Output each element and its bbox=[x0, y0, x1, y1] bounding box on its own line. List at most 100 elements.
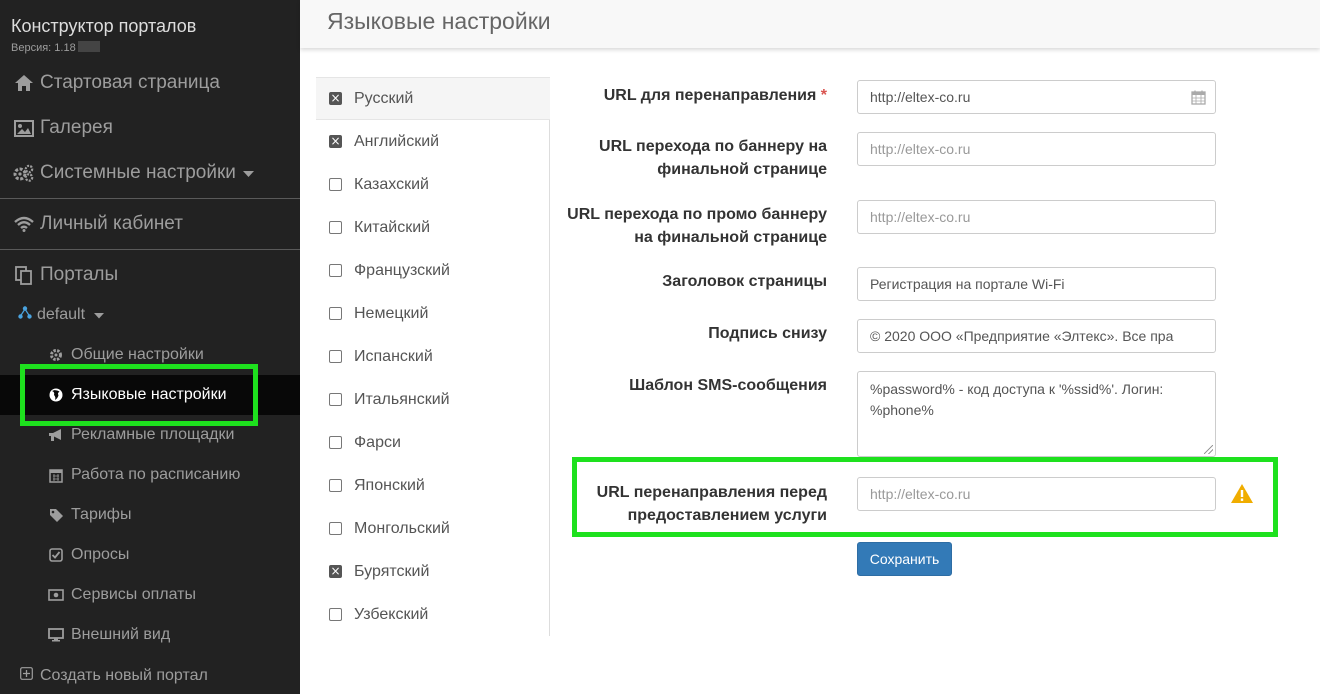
promo-url-input[interactable]: http://eltex-co.ru bbox=[857, 200, 1216, 234]
nav-label: Опросы bbox=[71, 546, 130, 563]
footer-input[interactable]: © 2020 ООО «Предприятие «Элтекс». Все пр… bbox=[857, 319, 1216, 353]
language-label: Китайский bbox=[354, 218, 431, 236]
redirect-url-input[interactable]: http://eltex-co.ru bbox=[857, 80, 1216, 114]
language-checkbox[interactable] bbox=[329, 522, 342, 535]
page-title: Языковые настройки bbox=[327, 8, 551, 34]
sidebar: Конструктор порталов Версия: 1.18 Старто… bbox=[0, 0, 300, 694]
language-checkbox[interactable] bbox=[329, 436, 342, 449]
nav-label: Языковые настройки bbox=[71, 386, 227, 403]
nav-gallery[interactable]: Галерея bbox=[0, 108, 300, 148]
nav-label: Внешний вид bbox=[71, 626, 171, 643]
money-icon bbox=[48, 589, 64, 601]
nav-start-page[interactable]: Стартовая страница bbox=[0, 63, 300, 103]
pre-service-url-input[interactable]: http://eltex-co.ru bbox=[857, 477, 1216, 511]
portal-default-toggle[interactable]: default bbox=[0, 297, 300, 333]
banner-url-input[interactable]: http://eltex-co.ru bbox=[857, 132, 1216, 166]
language-item[interactable]: Фарси bbox=[316, 421, 550, 464]
language-item[interactable]: Узбекский bbox=[316, 593, 550, 636]
page-title-input[interactable]: Регистрация на портале Wi-Fi bbox=[857, 267, 1216, 301]
nav-payment-services[interactable]: Сервисы оплаты bbox=[0, 575, 300, 615]
language-item[interactable]: Русский bbox=[316, 77, 550, 120]
bullhorn-icon bbox=[48, 428, 64, 442]
language-item[interactable]: Немецкий bbox=[316, 292, 550, 335]
wifi-icon bbox=[12, 216, 36, 232]
language-checkbox[interactable] bbox=[329, 608, 342, 621]
language-checkbox[interactable] bbox=[329, 135, 342, 148]
warning-icon bbox=[1230, 483, 1254, 509]
sms-template-label: Шаблон SMS-сообщения bbox=[629, 377, 827, 394]
gear-icon bbox=[48, 348, 64, 362]
language-item[interactable]: Китайский bbox=[316, 206, 550, 249]
nav-label: Рекламные площадки bbox=[71, 426, 235, 443]
language-item[interactable]: Японский bbox=[316, 464, 550, 507]
language-checkbox[interactable] bbox=[329, 92, 342, 105]
language-checkbox[interactable] bbox=[329, 479, 342, 492]
language-label: Казахский bbox=[354, 175, 429, 193]
create-portal-button[interactable]: Создать новый портал bbox=[0, 658, 300, 694]
language-checkbox[interactable] bbox=[329, 307, 342, 320]
home-icon bbox=[12, 74, 36, 92]
language-label: Испанский bbox=[354, 347, 433, 365]
language-checkbox[interactable] bbox=[329, 221, 342, 234]
page-title-label: Заголовок страницы bbox=[662, 273, 827, 290]
nav-label: Личный кабинет bbox=[40, 213, 183, 234]
language-label: Немецкий bbox=[354, 304, 429, 322]
footer-label: Подпись снизу bbox=[708, 325, 827, 342]
language-label: Итальянский bbox=[354, 390, 450, 408]
nav-personal-cabinet[interactable]: Личный кабинет bbox=[0, 204, 300, 244]
redirect-url-label: URL для перенаправления * bbox=[603, 87, 827, 104]
calendar-icon[interactable] bbox=[1191, 90, 1206, 108]
language-label: Японский bbox=[354, 476, 425, 494]
language-label: Английский bbox=[354, 132, 440, 150]
version-redacted bbox=[77, 41, 100, 52]
sitemap-icon bbox=[18, 306, 32, 324]
language-item[interactable]: Английский bbox=[316, 120, 550, 163]
create-portal-label: Создать новый портал bbox=[40, 667, 208, 684]
language-label: Бурятский bbox=[354, 562, 430, 580]
nav-label: Работа по расписанию bbox=[71, 466, 241, 483]
language-list: Русский Английский Казахский Китайский Франц… bbox=[316, 77, 550, 636]
app-version: Версия: 1.18 bbox=[11, 41, 100, 54]
nav-surveys[interactable]: Опросы bbox=[0, 535, 300, 575]
files-icon bbox=[12, 265, 36, 285]
language-label: Фарси bbox=[354, 433, 401, 451]
required-mark: * bbox=[820, 87, 827, 104]
language-checkbox[interactable] bbox=[329, 264, 342, 277]
cogs-icon bbox=[12, 164, 36, 182]
resize-handle[interactable] bbox=[1204, 445, 1213, 454]
language-item[interactable]: Монгольский bbox=[316, 507, 550, 550]
check-square-icon bbox=[48, 548, 64, 562]
nav-general-settings[interactable]: Общие настройки bbox=[0, 335, 300, 375]
nav-label: Тарифы bbox=[71, 506, 132, 523]
monitor-icon bbox=[48, 628, 64, 642]
nav-label: Галерея bbox=[40, 117, 113, 138]
language-checkbox[interactable] bbox=[329, 393, 342, 406]
nav-label: Порталы bbox=[40, 264, 119, 285]
plus-square-icon bbox=[20, 667, 33, 685]
nav-ad-spaces[interactable]: Рекламные площадки bbox=[0, 415, 300, 455]
nav-schedule[interactable]: Работа по расписанию bbox=[0, 455, 300, 495]
language-item[interactable]: Испанский bbox=[316, 335, 550, 378]
pre-service-url-label: URL перенаправления перед предоставлением… bbox=[596, 484, 827, 524]
caret-down-icon bbox=[242, 162, 254, 184]
language-item[interactable]: Бурятский bbox=[316, 550, 550, 593]
nav-appearance[interactable]: Внешний вид bbox=[0, 615, 300, 655]
nav-label: Сервисы оплаты bbox=[71, 586, 197, 603]
banner-url-label: URL перехода по баннеру на финальной стра… bbox=[599, 138, 827, 178]
nav-portals[interactable]: Порталы bbox=[0, 255, 300, 295]
nav-label: Системные настройки bbox=[40, 162, 236, 183]
nav-tariffs[interactable]: Тарифы bbox=[0, 495, 300, 535]
language-checkbox[interactable] bbox=[329, 565, 342, 578]
sidebar-divider bbox=[0, 198, 300, 199]
language-label: Узбекский bbox=[354, 605, 429, 623]
language-item[interactable]: Итальянский bbox=[316, 378, 550, 421]
language-item[interactable]: Французский bbox=[316, 249, 550, 292]
nav-language-settings[interactable]: Языковые настройки bbox=[0, 375, 300, 415]
language-checkbox[interactable] bbox=[329, 350, 342, 363]
language-checkbox[interactable] bbox=[329, 178, 342, 191]
save-button[interactable]: Сохранить bbox=[857, 542, 952, 576]
calendar-icon bbox=[48, 468, 64, 483]
sms-template-textarea[interactable]: %password% - код доступа к '%ssid%'. Лог… bbox=[857, 371, 1216, 457]
language-item[interactable]: Казахский bbox=[316, 163, 550, 206]
nav-system-settings[interactable]: Системные настройки bbox=[0, 153, 300, 193]
